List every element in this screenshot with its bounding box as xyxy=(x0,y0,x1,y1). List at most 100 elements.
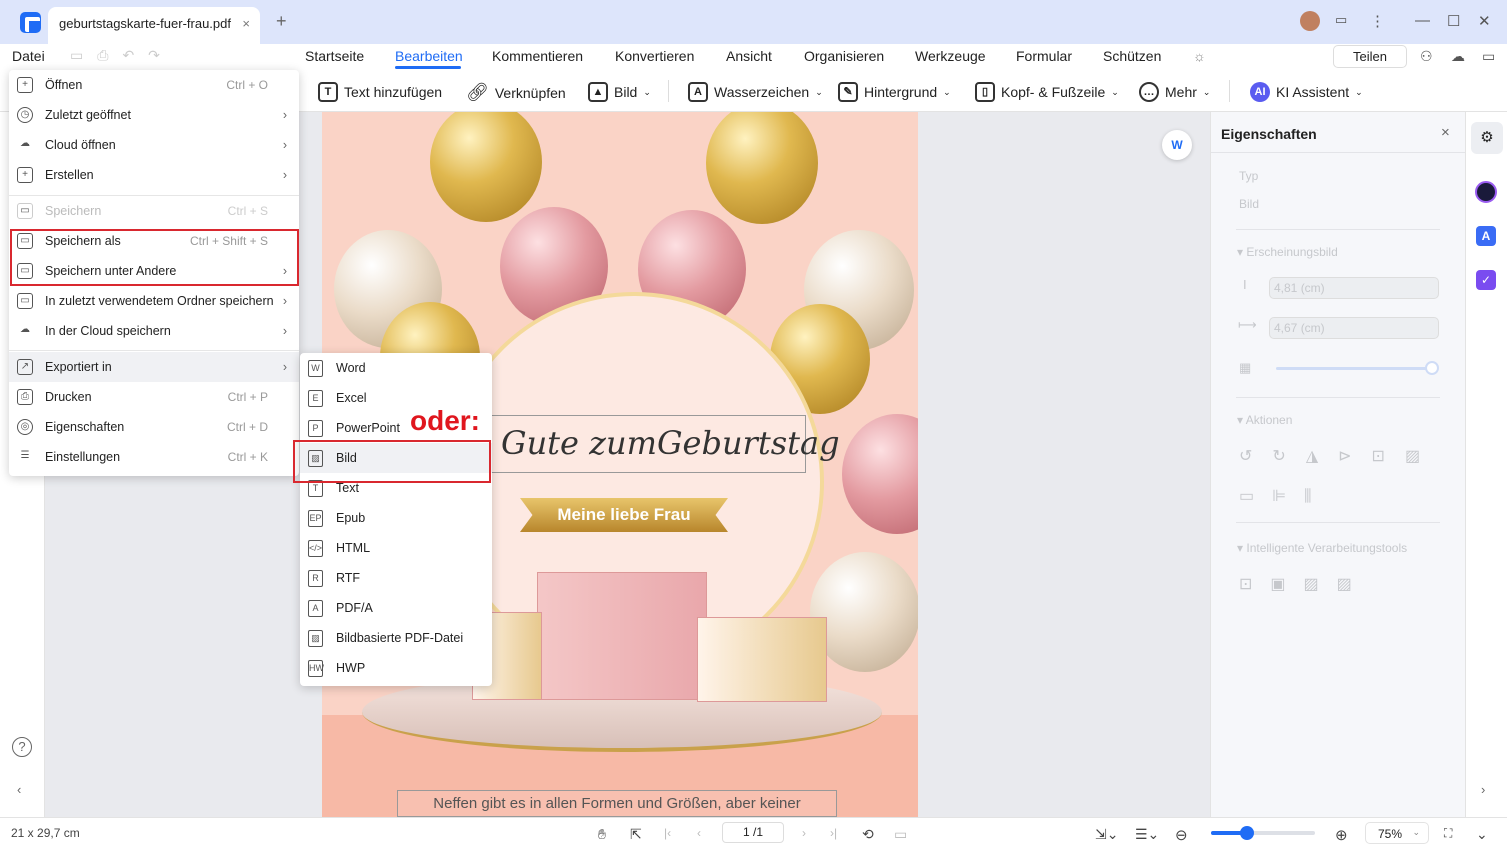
translate-image-icon: ▣ xyxy=(1270,576,1304,593)
action-icons[interactable]: ↺↻◮⊳⊡▨ xyxy=(1239,446,1440,466)
redo-icon: ↷ xyxy=(148,47,174,63)
zoom-out-icon[interactable]: ⊖ xyxy=(1175,826,1188,844)
smart-tool-icons[interactable]: ⊡▣▨▨ xyxy=(1239,574,1370,594)
opacity-slider-handle[interactable] xyxy=(1425,361,1439,375)
task-check-icon[interactable]: ✓ xyxy=(1476,270,1496,290)
tab-ansicht[interactable]: Ansicht xyxy=(726,48,772,64)
cloud-upload-icon[interactable]: ☁ xyxy=(1451,48,1465,65)
export-pdfa[interactable]: A PDF/A xyxy=(300,593,492,623)
appearance-section[interactable]: ▾ Erscheinungsbild xyxy=(1237,245,1338,259)
tab-kommentieren[interactable]: Kommentieren xyxy=(492,48,583,64)
menu-item-export[interactable]: ↗ Exportiert in › xyxy=(9,352,299,382)
menu-item-open[interactable]: + Öffnen Ctrl + O xyxy=(9,70,299,100)
fit-icon[interactable]: ▭ xyxy=(894,826,907,843)
tab-bearbeiten[interactable]: Bearbeiten xyxy=(395,48,463,64)
zoom-in-icon[interactable]: ⊕ xyxy=(1335,826,1348,844)
feedback-icon[interactable]: ▭ xyxy=(1335,12,1347,28)
footer-text[interactable]: Neffen gibt es in allen Formen und Größe… xyxy=(397,790,837,817)
more-vert-icon[interactable]: ⋮ xyxy=(1370,12,1385,30)
excel-icon: E xyxy=(308,389,323,407)
new-tab-button[interactable]: + xyxy=(276,11,287,32)
close-tab-icon[interactable]: × xyxy=(242,16,250,31)
link-button[interactable]: 🔗︎ Verknüpfen xyxy=(466,82,566,103)
type-label: Typ xyxy=(1239,169,1259,183)
menu-item-recent[interactable]: ◷ Zuletzt geöffnet › xyxy=(9,100,299,130)
org-icon[interactable]: ⚇ xyxy=(1420,48,1433,65)
tab-startseite[interactable]: Startseite xyxy=(305,48,364,64)
export-hwp[interactable]: HW HWP xyxy=(300,653,492,683)
ai-assistant-button[interactable]: AI KI Assistent ⌄ xyxy=(1250,82,1363,102)
tab-werkzeuge[interactable]: Werkzeuge xyxy=(915,48,986,64)
translate-icon[interactable]: A xyxy=(1476,226,1496,246)
fullscreen-icon[interactable]: ⛶ xyxy=(1444,826,1452,841)
banner-text[interactable]: Meine liebe Frau xyxy=(520,498,728,532)
menu-item-save-recent-folder[interactable]: ▭ In zuletzt verwendetem Ordner speichern… xyxy=(9,286,299,316)
menu-item-settings[interactable]: ☰ Einstellungen Ctrl + K xyxy=(9,442,299,472)
more-options-icon[interactable]: ⌄ xyxy=(1476,826,1488,843)
share-button[interactable]: Teilen xyxy=(1333,45,1407,68)
tab-formular[interactable]: Formular xyxy=(1016,48,1072,64)
expand-right-icon[interactable]: › xyxy=(1481,782,1485,797)
print-icon: ⎙ xyxy=(17,389,33,405)
tab-konvertieren[interactable]: Konvertieren xyxy=(615,48,694,64)
export-image-pdf[interactable]: ▨ Bildbasierte PDF-Datei xyxy=(300,623,492,653)
image-button[interactable]: ▲ Bild ⌄ xyxy=(588,82,651,102)
last-page-icon[interactable]: ›| xyxy=(830,826,837,840)
chevron-right-icon: › xyxy=(282,168,287,182)
hand-tool-icon[interactable]: ✋︎ xyxy=(598,826,606,843)
watermark-button[interactable]: A Wasserzeichen ⌄ xyxy=(688,82,823,102)
ocr-convert-button[interactable]: W xyxy=(1162,130,1192,160)
export-rtf[interactable]: R RTF xyxy=(300,563,492,593)
menu-item-create[interactable]: + Erstellen › xyxy=(9,160,299,190)
page-input[interactable]: 1 /1 xyxy=(722,822,784,843)
collapse-left-icon[interactable]: ‹ xyxy=(17,782,21,797)
ai-bot-icon[interactable] xyxy=(1475,181,1497,203)
quick-actions[interactable]: ▭⎙↶↷ xyxy=(70,47,174,64)
menu-item-save-cloud[interactable]: ☁ In der Cloud speichern › xyxy=(9,316,299,346)
zoom-slider-handle[interactable] xyxy=(1240,826,1254,840)
close-panel-icon[interactable]: × xyxy=(1441,124,1450,141)
export-word[interactable]: W Word xyxy=(300,353,492,383)
close-window-button[interactable]: ✕ xyxy=(1478,12,1491,30)
file-menu-button[interactable]: Datei xyxy=(12,48,45,64)
panel-icon[interactable]: ▭ xyxy=(1482,48,1495,65)
width-field[interactable]: 4,67 (cm) xyxy=(1269,317,1439,339)
first-page-icon[interactable]: |‹ xyxy=(664,826,671,840)
properties-tab-icon[interactable]: ⚙ xyxy=(1471,122,1503,154)
document-tab[interactable]: geburtstagskarte-fuer-frau.pdf × xyxy=(48,7,260,44)
zoom-select[interactable]: 75% ⌄ xyxy=(1365,822,1429,844)
actions-section[interactable]: ▾ Aktionen xyxy=(1237,413,1292,427)
avatar[interactable] xyxy=(1300,11,1320,31)
height-field[interactable]: 4,81 (cm) xyxy=(1269,277,1439,299)
tab-organisieren[interactable]: Organisieren xyxy=(804,48,884,64)
page-layout-icon[interactable]: ☰⌄ xyxy=(1135,826,1159,843)
more-button[interactable]: … Mehr ⌄ xyxy=(1139,82,1210,102)
menu-item-properties[interactable]: ◎ Eigenschaften Ctrl + D xyxy=(9,412,299,442)
tab-schuetzen[interactable]: Schützen xyxy=(1103,48,1161,64)
lightbulb-icon[interactable]: ☼ xyxy=(1193,48,1206,64)
help-icon[interactable]: ? xyxy=(12,737,32,757)
page-size: 21 x 29,7 cm xyxy=(11,826,80,840)
export-html[interactable]: </> HTML xyxy=(300,533,492,563)
header-footer-button[interactable]: ▯ Kopf- & Fußzeile ⌄ xyxy=(975,82,1119,102)
menu-item-cloud-open[interactable]: ☁ Cloud öffnen › xyxy=(9,130,299,160)
background-button[interactable]: ✎ Hintergrund ⌄ xyxy=(838,82,951,102)
select-tool-icon[interactable]: ⇱ xyxy=(630,826,642,843)
maximize-button[interactable]: ☐ xyxy=(1447,12,1460,30)
gift-box xyxy=(537,572,707,700)
rotate-page-icon[interactable]: ⟲ xyxy=(862,826,874,843)
app-logo xyxy=(20,12,41,33)
minimize-button[interactable]: — xyxy=(1415,12,1430,29)
add-text-button[interactable]: T Text hinzufügen xyxy=(318,82,442,102)
next-page-icon[interactable]: › xyxy=(802,826,806,840)
action-icons-2[interactable]: ▭⊫⫼ xyxy=(1239,486,1329,506)
export-epub[interactable]: EP Epub xyxy=(300,503,492,533)
prev-page-icon[interactable]: ‹ xyxy=(697,826,701,840)
selection-mode-icon[interactable]: ⇲⌄ xyxy=(1095,826,1118,843)
opacity-slider[interactable] xyxy=(1276,367,1431,370)
align-icon: ⊫ xyxy=(1272,488,1305,505)
highlight-box-image xyxy=(293,440,491,483)
smart-tools-section[interactable]: ▾ Intelligente Verarbeitungstools xyxy=(1237,541,1407,555)
menu-item-print[interactable]: ⎙ Drucken Ctrl + P xyxy=(9,382,299,412)
zoom-slider[interactable] xyxy=(1211,831,1315,835)
